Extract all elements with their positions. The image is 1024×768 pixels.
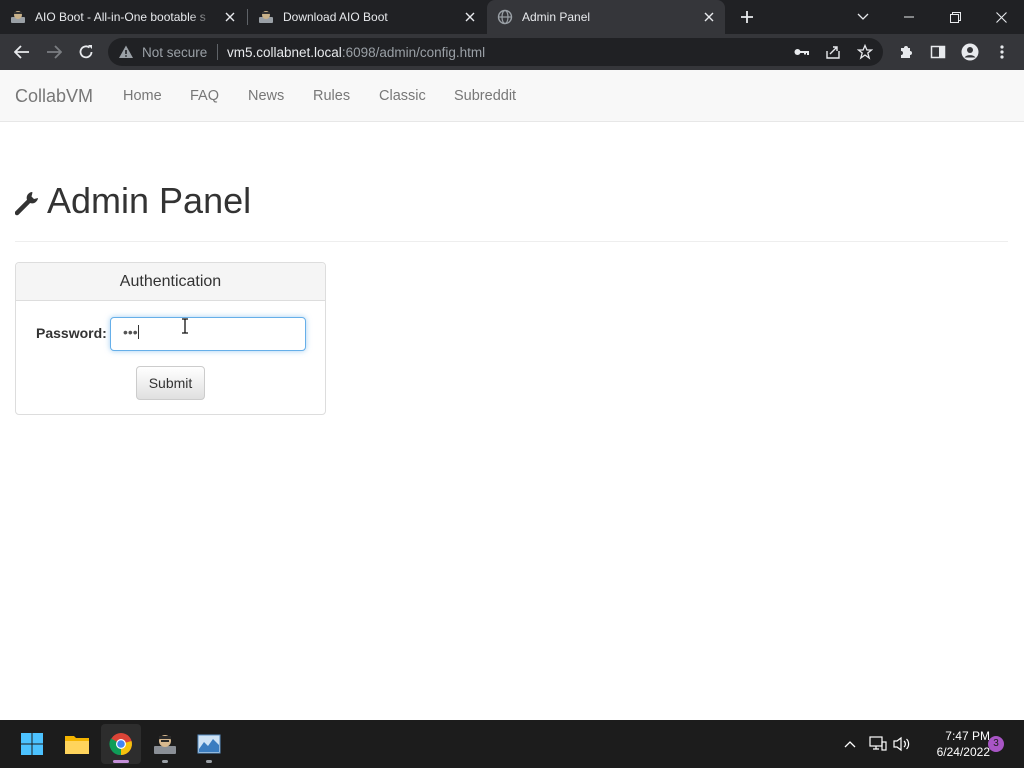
profile-icon[interactable] [958,40,982,64]
tab-search-chevron-icon[interactable] [840,0,886,34]
nav-link-home[interactable]: Home [123,88,162,104]
share-icon[interactable] [824,43,842,61]
forward-arrow-icon[interactable] [42,40,66,64]
password-value: ••• [123,324,138,340]
start-windows-icon[interactable] [12,724,52,764]
omnibox-divider [217,44,218,60]
url-host: vm5.collabnet.local [227,45,342,60]
nav-link-subreddit[interactable]: Subreddit [454,88,516,104]
running-app-indicator [206,760,212,763]
nav-link-classic[interactable]: Classic [379,88,426,104]
tab-close-icon[interactable] [462,9,478,25]
tray-chevron-up-icon[interactable] [840,734,860,754]
password-input[interactable]: ••• [110,317,306,351]
not-secure-label[interactable]: Not secure [142,45,207,60]
site-navbar: CollabVM Home FAQ News Rules Classic Sub… [0,70,1024,122]
address-bar[interactable]: Not secure vm5.collabnet.local:6098/admi… [108,38,883,66]
url-path: :6098/admin/config.html [341,45,486,60]
reload-icon[interactable] [74,40,98,64]
notification-count-badge[interactable]: 3 [988,736,1004,752]
header-divider [15,241,1008,242]
url-text[interactable]: vm5.collabnet.local:6098/admin/config.ht… [227,45,485,60]
clock-time: 7:47 PM [945,729,990,743]
nav-link-faq[interactable]: FAQ [190,88,219,104]
nav-link-news[interactable]: News [248,88,284,104]
brand-link[interactable]: CollabVM [15,86,93,107]
system-monitor-icon[interactable] [189,724,229,764]
bookmark-star-icon[interactable] [856,43,874,61]
active-app-indicator [113,760,129,763]
minimize-icon[interactable] [886,0,932,34]
tab-close-icon[interactable] [701,9,717,25]
extensions-puzzle-icon[interactable] [894,40,918,64]
tab-aio-boot[interactable]: AIO Boot - All-in-One bootable s [0,0,246,34]
panel-heading: Authentication [16,263,325,301]
menu-kebab-icon[interactable] [990,40,1014,64]
key-icon[interactable] [792,43,810,61]
tab-title: AIO Boot - All-in-One bootable s [35,10,206,24]
windows-taskbar: 7:47 PM 6/24/2022 [0,720,1024,768]
file-explorer-icon[interactable] [57,724,97,764]
network-icon[interactable] [868,734,888,754]
restore-icon[interactable] [932,0,978,34]
warning-triangle-icon[interactable] [118,44,134,60]
nav-link-rules[interactable]: Rules [313,88,350,104]
tab-close-icon[interactable] [222,9,238,25]
aio-boot-favicon-icon [259,11,273,23]
tab-admin-panel[interactable]: Admin Panel [487,0,725,34]
text-cursor-icon [182,318,188,334]
submit-button[interactable]: Submit [136,366,205,400]
aio-boot-app-icon[interactable] [145,724,185,764]
taskbar-clock[interactable]: 7:47 PM 6/24/2022 [916,728,990,760]
side-panel-icon[interactable] [926,40,950,64]
authentication-panel: Authentication Password: ••• Submit [15,262,326,415]
new-tab-plus-icon[interactable] [738,8,756,26]
volume-icon[interactable] [892,734,912,754]
tab-download-aio-boot[interactable]: Download AIO Boot [248,0,486,34]
clock-date: 6/24/2022 [936,745,990,759]
page-title: Admin Panel [47,180,252,221]
password-label: Password: [36,325,107,341]
wrench-icon [15,192,38,216]
close-window-icon[interactable] [978,0,1024,34]
back-arrow-icon[interactable] [10,40,34,64]
globe-icon [497,9,513,25]
tab-title: Admin Panel [522,10,591,24]
browser-tab-strip: AIO Boot - All-in-One bootable s Downloa… [0,0,1024,34]
tab-title: Download AIO Boot [283,10,388,24]
chrome-icon[interactable] [101,724,141,764]
aio-boot-favicon-icon [11,11,25,23]
browser-toolbar: Not secure vm5.collabnet.local:6098/admi… [0,34,1024,70]
running-app-indicator [162,760,168,763]
